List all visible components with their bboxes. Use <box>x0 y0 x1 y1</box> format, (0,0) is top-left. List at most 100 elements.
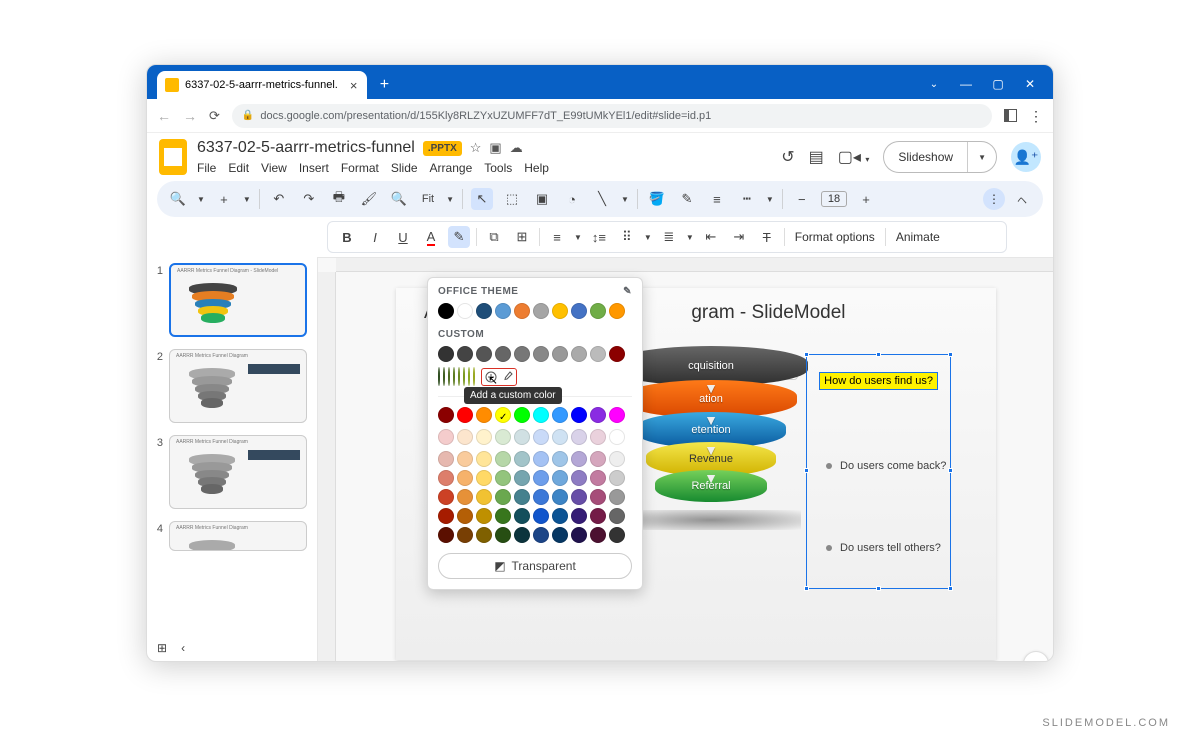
color-swatch[interactable] <box>438 451 454 467</box>
align-icon[interactable]: ≡ <box>546 226 568 248</box>
color-swatch[interactable] <box>609 470 625 486</box>
color-swatch[interactable] <box>457 451 473 467</box>
menu-edit[interactable]: Edit <box>228 161 249 175</box>
slideshow-dropdown-icon[interactable]: ▼ <box>968 153 996 162</box>
color-swatch[interactable] <box>609 489 625 505</box>
color-swatch[interactable] <box>495 346 511 362</box>
color-swatch[interactable] <box>514 527 530 543</box>
color-swatch[interactable] <box>476 489 492 505</box>
callout-retention[interactable]: Do users come back? <box>826 460 946 472</box>
color-swatch[interactable] <box>552 470 568 486</box>
zoom-icon[interactable]: 🔍 <box>388 188 410 210</box>
color-swatch[interactable] <box>457 407 473 423</box>
menu-view[interactable]: View <box>261 161 287 175</box>
nav-forward-icon[interactable]: → <box>183 108 197 124</box>
meet-icon[interactable]: ▢◂ ▾ <box>838 147 870 167</box>
nav-back-icon[interactable]: ← <box>157 108 171 124</box>
color-swatch[interactable] <box>590 489 606 505</box>
color-swatch[interactable] <box>438 407 454 423</box>
shape-icon[interactable]: ◔ <box>561 188 583 210</box>
color-swatch[interactable] <box>438 489 454 505</box>
color-swatch[interactable] <box>609 303 625 319</box>
color-swatch[interactable] <box>514 508 530 524</box>
menu-insert[interactable]: Insert <box>299 161 329 175</box>
color-swatch[interactable] <box>468 367 470 386</box>
color-swatch[interactable] <box>571 303 587 319</box>
menu-format[interactable]: Format <box>341 161 379 175</box>
color-swatch[interactable] <box>457 489 473 505</box>
color-swatch[interactable] <box>514 303 530 319</box>
color-swatch[interactable] <box>552 527 568 543</box>
bold-icon[interactable]: B <box>336 226 358 248</box>
color-swatch[interactable] <box>533 489 549 505</box>
color-swatch[interactable] <box>571 527 587 543</box>
color-swatch[interactable] <box>476 527 492 543</box>
color-swatch[interactable] <box>476 407 492 423</box>
color-swatch[interactable] <box>514 429 530 445</box>
color-swatch[interactable] <box>495 303 511 319</box>
callout-referral[interactable]: Do users tell others? <box>826 542 941 554</box>
comment-add-icon[interactable]: ⊞ <box>511 226 533 248</box>
window-maximize-icon[interactable]: ▢ <box>989 77 1007 91</box>
color-swatch[interactable] <box>453 367 455 386</box>
slideshow-label[interactable]: Slideshow <box>884 142 968 172</box>
color-swatch[interactable] <box>443 367 445 386</box>
color-swatch[interactable] <box>438 470 454 486</box>
fill-color-icon[interactable]: 🪣 <box>646 188 668 210</box>
menu-slide[interactable]: Slide <box>391 161 418 175</box>
funnel-diagram[interactable]: cquisition▼ ation▼ etention▼ Revenue▼ Re… <box>614 352 808 530</box>
color-swatch[interactable] <box>571 346 587 362</box>
color-swatch[interactable] <box>476 303 492 319</box>
color-swatch[interactable] <box>609 407 625 423</box>
color-swatch[interactable] <box>552 346 568 362</box>
edit-theme-icon[interactable]: ✎ <box>623 286 632 297</box>
more-tools-icon[interactable]: ⋮ <box>983 188 1005 210</box>
thumbnail-2[interactable]: AARRR Metrics Funnel Diagram <box>169 349 307 423</box>
link-icon[interactable]: ⧉ <box>483 226 505 248</box>
color-swatch[interactable] <box>457 346 473 362</box>
color-swatch[interactable] <box>571 451 587 467</box>
slideshow-button[interactable]: Slideshow ▼ <box>883 141 997 173</box>
color-swatch[interactable] <box>438 346 454 362</box>
select-tool-icon[interactable]: ↖ <box>471 188 493 210</box>
font-size-decrease-icon[interactable]: − <box>791 188 813 210</box>
color-swatch[interactable] <box>514 470 530 486</box>
color-swatch[interactable] <box>438 429 454 445</box>
color-swatch[interactable] <box>571 489 587 505</box>
color-swatch[interactable] <box>590 508 606 524</box>
comments-icon[interactable]: ▤ <box>809 147 824 167</box>
color-swatch[interactable] <box>533 303 549 319</box>
line-icon[interactable]: ╲ <box>591 188 613 210</box>
paint-format-icon[interactable]: 🖌 <box>358 188 380 210</box>
color-swatch[interactable] <box>476 451 492 467</box>
thumbnail-3[interactable]: AARRR Metrics Funnel Diagram <box>169 435 307 509</box>
border-dash-icon[interactable]: ┅ <box>736 188 758 210</box>
italic-icon[interactable]: I <box>364 226 386 248</box>
color-swatch[interactable] <box>495 429 511 445</box>
color-swatch[interactable] <box>609 346 625 362</box>
search-menus-icon[interactable]: 🔍 <box>167 188 189 210</box>
tab-search-icon[interactable]: ⌄ <box>925 79 943 90</box>
prev-slide-icon[interactable]: ‹ <box>181 641 185 655</box>
color-swatch[interactable] <box>495 489 511 505</box>
color-swatch[interactable] <box>590 451 606 467</box>
color-swatch[interactable] <box>552 407 568 423</box>
color-swatch[interactable] <box>533 451 549 467</box>
color-swatch[interactable] <box>514 489 530 505</box>
indent-increase-icon[interactable]: ⇥ <box>728 226 750 248</box>
thumbnail-1[interactable]: AARRR Metrics Funnel Diagram - SlideMode… <box>169 263 307 337</box>
color-swatch[interactable] <box>590 346 606 362</box>
color-swatch[interactable] <box>457 527 473 543</box>
color-swatch[interactable] <box>552 429 568 445</box>
color-swatch[interactable] <box>514 451 530 467</box>
menu-file[interactable]: File <box>197 161 216 175</box>
color-swatch[interactable] <box>457 429 473 445</box>
window-minimize-icon[interactable]: ― <box>957 77 975 91</box>
color-swatch[interactable] <box>609 527 625 543</box>
color-swatch[interactable] <box>609 508 625 524</box>
star-icon[interactable]: ☆ <box>470 140 482 156</box>
color-swatch[interactable] <box>552 508 568 524</box>
color-swatch[interactable] <box>533 346 549 362</box>
color-swatch[interactable] <box>476 508 492 524</box>
thumbnail-4[interactable]: AARRR Metrics Funnel Diagram <box>169 521 307 551</box>
